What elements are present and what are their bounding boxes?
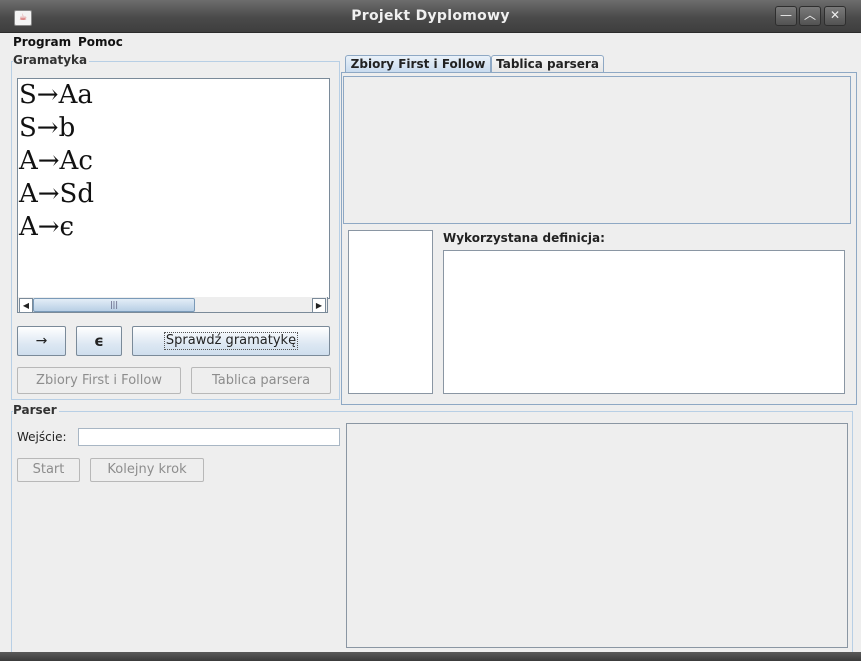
definition-text-area[interactable] bbox=[443, 250, 845, 394]
insert-arrow-label: → bbox=[35, 333, 48, 349]
first-follow-display bbox=[343, 76, 851, 224]
parser-input-field[interactable] bbox=[78, 428, 340, 446]
close-button[interactable]: ✕ bbox=[824, 6, 846, 26]
window-bottom-frame bbox=[0, 652, 861, 661]
minimize-button[interactable]: — bbox=[775, 6, 797, 26]
grammar-rule: A→Ac bbox=[19, 146, 93, 176]
grammar-group-title: Gramatyka bbox=[13, 53, 90, 67]
insert-arrow-button[interactable]: → bbox=[17, 326, 66, 356]
menu-program[interactable]: Program bbox=[13, 35, 71, 49]
first-follow-button-label: Zbiory First i Follow bbox=[36, 373, 162, 388]
tab-first-follow[interactable]: Zbiory First i Follow bbox=[345, 55, 491, 73]
grammar-horizontal-scrollbar[interactable]: ◀ ||| ▶ bbox=[17, 297, 328, 313]
start-button-label: Start bbox=[32, 462, 65, 477]
first-follow-button[interactable]: Zbiory First i Follow bbox=[17, 367, 181, 394]
grammar-rules-list: S→Aa S→b A→Ac A→Sd A→ϵ bbox=[18, 79, 94, 244]
check-grammar-label: Sprawdź gramatykę bbox=[163, 332, 299, 350]
scroll-left-icon[interactable]: ◀ bbox=[19, 298, 33, 313]
grammar-rule: S→b bbox=[19, 113, 76, 143]
parser-output-panel bbox=[346, 423, 848, 648]
next-step-button[interactable]: Kolejny krok bbox=[90, 458, 204, 482]
parser-group-title: Parser bbox=[13, 403, 59, 417]
input-label: Wejście: bbox=[17, 430, 67, 444]
grammar-rule: A→Sd bbox=[19, 179, 95, 209]
check-grammar-button[interactable]: Sprawdź gramatykę bbox=[132, 326, 330, 356]
menu-bar: Program Pomoc bbox=[0, 33, 861, 53]
grammar-rule: A→ϵ bbox=[19, 212, 75, 242]
title-bar[interactable]: ☕ Projekt Dyplomowy — ︿ ✕ bbox=[0, 0, 861, 33]
application-window: ☕ Projekt Dyplomowy — ︿ ✕ Program Pomoc … bbox=[0, 0, 861, 661]
definition-list[interactable] bbox=[348, 230, 433, 394]
next-step-button-label: Kolejny krok bbox=[107, 462, 187, 477]
scroll-thumb[interactable]: ||| bbox=[33, 298, 195, 312]
parser-table-button-label: Tablica parsera bbox=[211, 373, 311, 388]
menu-pomoc[interactable]: Pomoc bbox=[78, 35, 123, 49]
tab-parser-table[interactable]: Tablica parsera bbox=[491, 55, 604, 73]
insert-epsilon-label: ϵ bbox=[94, 332, 104, 350]
start-button[interactable]: Start bbox=[17, 458, 80, 482]
grammar-rule: S→Aa bbox=[19, 80, 93, 110]
definition-label: Wykorzystana definicja: bbox=[443, 231, 605, 245]
window-title: Projekt Dyplomowy bbox=[351, 8, 510, 24]
insert-epsilon-button[interactable]: ϵ bbox=[76, 326, 122, 356]
scroll-right-icon[interactable]: ▶ bbox=[312, 298, 326, 313]
grammar-text-area[interactable]: S→Aa S→b A→Ac A→Sd A→ϵ bbox=[17, 78, 330, 299]
parser-table-button[interactable]: Tablica parsera bbox=[191, 367, 331, 394]
maximize-button[interactable]: ︿ bbox=[799, 6, 821, 26]
